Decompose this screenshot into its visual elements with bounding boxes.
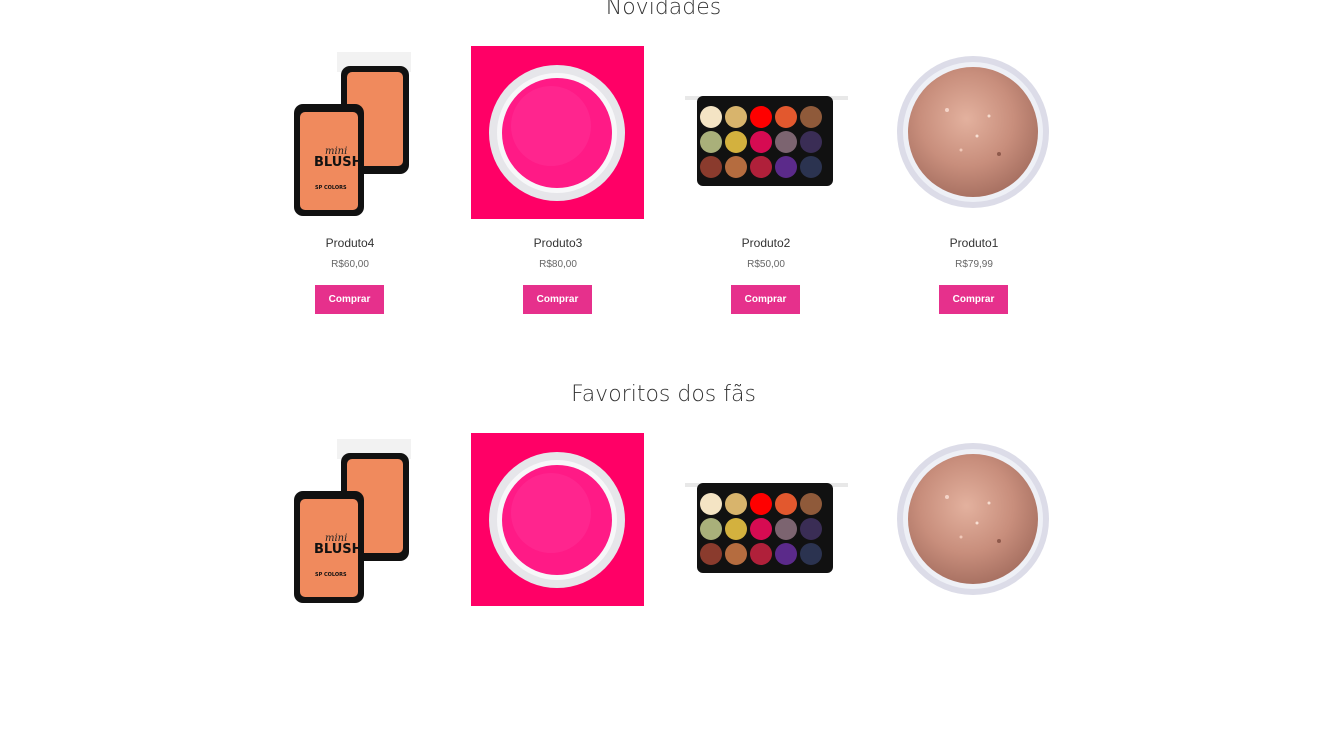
eyeshadow-pan <box>800 543 822 565</box>
eyeshadow-pan <box>800 106 822 128</box>
eyeshadow-pan <box>725 131 747 153</box>
section-novidades: Novidades mini BLUSH SP COLORS Produto4 … <box>0 0 1327 330</box>
eyeshadow-pan <box>750 106 772 128</box>
eyeshadow-pan <box>775 493 797 515</box>
eyeshadow-pan <box>725 493 747 515</box>
product-image-palette[interactable] <box>679 46 852 219</box>
blush-brand-word: BLUSH <box>314 542 363 557</box>
eyeshadow-pan <box>700 156 722 178</box>
eyeshadow-pan <box>750 131 772 153</box>
blush-maker: SP COLORS <box>315 185 347 191</box>
section-title: Novidades <box>605 0 722 20</box>
eyeshadow-pan <box>725 543 747 565</box>
eyeshadow-pan <box>775 131 797 153</box>
blush-maker: SP COLORS <box>315 572 347 578</box>
section-title: Favoritos dos fãs <box>571 382 756 407</box>
eyeshadow-pan <box>800 518 822 540</box>
product-name[interactable]: Produto3 <box>471 235 645 251</box>
section-favoritos: Favoritos dos fãs mini BLUSH SP COLORS <box>0 330 1327 626</box>
product-image-gel[interactable] <box>471 433 644 606</box>
eyeshadow-pan <box>775 543 797 565</box>
eyeshadow-pan <box>800 131 822 153</box>
product-image-blush[interactable]: mini BLUSH SP COLORS <box>263 46 436 219</box>
blush-brand-word: BLUSH <box>314 155 363 170</box>
eyeshadow-pan <box>775 518 797 540</box>
eyeshadow-pan <box>700 106 722 128</box>
eyeshadow-pan <box>725 518 747 540</box>
product-image-palette[interactable] <box>679 433 852 606</box>
product-name[interactable]: Produto2 <box>679 235 853 251</box>
product-grid: mini BLUSH SP COLORS Produto4 R$60,00 Co… <box>263 46 1075 346</box>
product-price: R$80,00 <box>539 259 577 270</box>
eyeshadow-pan <box>700 543 722 565</box>
buy-button[interactable]: Comprar <box>315 285 384 314</box>
eyeshadow-pan <box>800 493 822 515</box>
eyeshadow-pan <box>750 543 772 565</box>
eyeshadow-pan <box>725 106 747 128</box>
buy-button[interactable]: Comprar <box>939 285 1008 314</box>
eyeshadow-pan <box>750 518 772 540</box>
product-image-glitter[interactable] <box>887 433 1060 606</box>
eyeshadow-pan <box>750 493 772 515</box>
product-grid: mini BLUSH SP COLORS <box>263 433 1075 733</box>
buy-button[interactable]: Comprar <box>731 285 800 314</box>
eyeshadow-pan <box>725 156 747 178</box>
eyeshadow-pan <box>775 156 797 178</box>
product-image-blush[interactable]: mini BLUSH SP COLORS <box>263 433 436 606</box>
eyeshadow-pan <box>750 156 772 178</box>
product-price: R$50,00 <box>747 259 785 270</box>
eyeshadow-pan <box>700 493 722 515</box>
product-price: R$60,00 <box>331 259 369 270</box>
product-name[interactable]: Produto4 <box>263 235 437 251</box>
product-image-glitter[interactable] <box>887 46 1060 219</box>
eyeshadow-pan <box>800 156 822 178</box>
buy-button[interactable]: Comprar <box>523 285 592 314</box>
eyeshadow-pan <box>700 518 722 540</box>
product-image-gel[interactable] <box>471 46 644 219</box>
eyeshadow-pan <box>775 106 797 128</box>
product-price: R$79,99 <box>955 259 993 270</box>
eyeshadow-pan <box>700 131 722 153</box>
product-name[interactable]: Produto1 <box>887 235 1061 251</box>
